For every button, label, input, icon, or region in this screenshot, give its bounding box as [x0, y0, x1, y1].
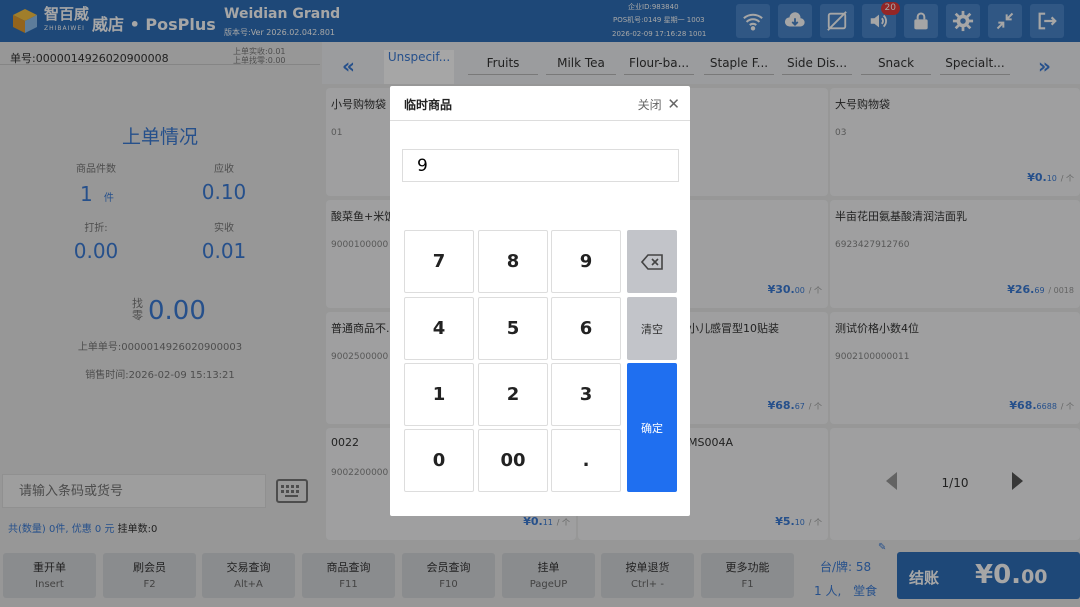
- key-decimal[interactable]: .: [551, 429, 621, 492]
- clear-key[interactable]: 清空: [627, 297, 677, 360]
- temp-product-dialog: 临时商品 关闭 ✕ 7 8 9 4 5 6 1 2 3 0 00 . 清空 确定: [390, 86, 690, 516]
- key-8[interactable]: 8: [478, 230, 548, 293]
- dialog-close-button[interactable]: 关闭 ✕: [638, 95, 680, 113]
- key-00[interactable]: 00: [478, 429, 548, 492]
- dialog-title: 临时商品: [404, 98, 453, 112]
- key-0[interactable]: 0: [404, 429, 474, 492]
- key-7[interactable]: 7: [404, 230, 474, 293]
- key-4[interactable]: 4: [404, 297, 474, 360]
- amount-input[interactable]: [402, 149, 679, 182]
- key-5[interactable]: 5: [478, 297, 548, 360]
- close-icon: ✕: [667, 95, 680, 113]
- backspace-icon: [641, 253, 663, 270]
- confirm-key[interactable]: 确定: [627, 363, 677, 492]
- key-6[interactable]: 6: [551, 297, 621, 360]
- key-9[interactable]: 9: [551, 230, 621, 293]
- backspace-key[interactable]: [627, 230, 677, 293]
- key-3[interactable]: 3: [551, 363, 621, 426]
- key-2[interactable]: 2: [478, 363, 548, 426]
- key-1[interactable]: 1: [404, 363, 474, 426]
